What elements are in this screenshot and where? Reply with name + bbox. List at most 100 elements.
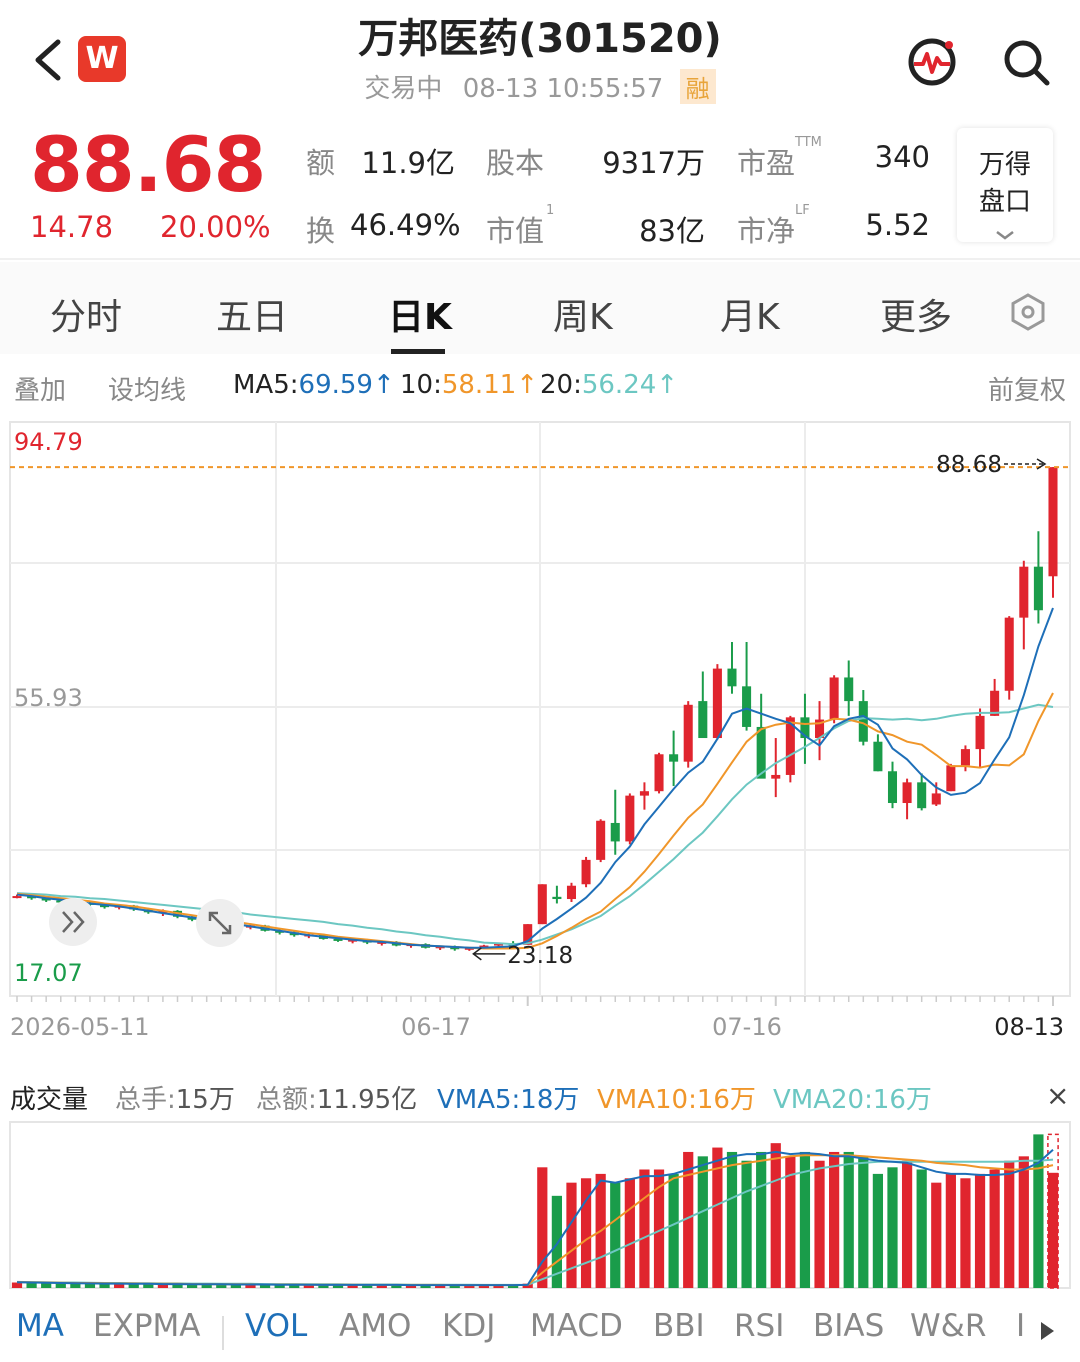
total-hands: 总手:15万: [115, 1085, 235, 1115]
active-tab-indicator: [391, 349, 445, 354]
period-tabs: 分时 五日 日K 周K 月K 更多: [0, 262, 1080, 354]
market-cap-sup: 1: [546, 203, 555, 218]
volume-bar: [916, 1169, 927, 1288]
volume-bar: [770, 1143, 781, 1288]
ind-tab-vol[interactable]: VOL: [245, 1308, 307, 1344]
volume-chart[interactable]: [0, 1120, 1080, 1292]
ind-tab-bias[interactable]: BIAS: [813, 1308, 884, 1344]
candle-body: [596, 820, 606, 860]
candle-body: [698, 701, 708, 739]
volume-bar: [726, 1151, 738, 1288]
date-axis: 2026-05-11 06-17 07-16 08-13: [10, 1013, 1064, 1041]
candle-body: [771, 774, 781, 779]
adjust-mode-button[interactable]: 前复权: [988, 370, 1066, 407]
close-volume-icon[interactable]: ×: [1046, 1079, 1069, 1112]
ind-tab-expma[interactable]: EXPMA: [93, 1308, 200, 1344]
volume-bar: [931, 1182, 942, 1288]
volume-bar: [1033, 1134, 1044, 1288]
volume-bar: [829, 1151, 840, 1288]
settings-hexagon-icon[interactable]: [1008, 292, 1048, 332]
last-price: 88.68: [30, 120, 266, 209]
date-label-2: 07-16: [712, 1013, 782, 1041]
ind-tab-kdj[interactable]: KDJ: [442, 1308, 495, 1344]
candle-body: [1033, 566, 1043, 611]
ma10-line: [16, 692, 1054, 950]
candle-body: [902, 782, 912, 804]
date-label-3: 08-13: [994, 1013, 1064, 1041]
volume-bar: [741, 1160, 752, 1288]
tab-weekly-k[interactable]: 周K: [553, 288, 613, 340]
candlestick-chart[interactable]: 94.79 55.93 17.07 88.68 23.18 2026-05-11…: [0, 418, 1080, 1058]
date-label-1: 06-17: [401, 1013, 471, 1041]
ind-tab-rsi[interactable]: RSI: [734, 1308, 784, 1344]
pe-sup: TTM: [795, 135, 822, 150]
indicator-tabs: MA EXPMA VOL AMO KDJ MACD BBI RSI BIAS W…: [0, 1298, 1080, 1362]
overlay-button[interactable]: 叠加: [14, 370, 66, 407]
volume-bar: [624, 1178, 635, 1288]
volume-bar: [989, 1169, 1000, 1288]
ma10-legend: 10:58.11↑: [400, 370, 539, 400]
ind-tab-macd[interactable]: MACD: [530, 1308, 623, 1344]
date-label-0: 2026-05-11: [10, 1013, 149, 1041]
chevron-down-icon: [996, 231, 1014, 240]
ind-tab-bbi[interactable]: BBI: [653, 1308, 705, 1344]
candle-body: [552, 896, 562, 900]
volume-legend-row: 成交量 总手:15万 总额:11.95亿 VMA5:18万 VMA10:16万 …: [0, 1075, 1080, 1119]
header-bar: W 万邦医药(301520) 交易中 08-13 10:55:57 融: [0, 0, 1080, 110]
candle-body: [742, 686, 752, 727]
set-ma-button[interactable]: 设均线: [108, 370, 186, 407]
volume-bar: [960, 1178, 971, 1288]
search-icon[interactable]: [1000, 36, 1052, 88]
order-book-button[interactable]: 万得 盘口: [957, 128, 1053, 242]
ind-tab-amo[interactable]: AMO: [339, 1308, 411, 1344]
volume-bar: [756, 1151, 767, 1288]
share-capital-label: 股本: [486, 146, 545, 180]
tab-more[interactable]: 更多: [880, 288, 952, 340]
candle-body: [1019, 566, 1029, 618]
market-pulse-icon[interactable]: [906, 36, 958, 88]
price-axis-min: 17.07: [14, 959, 83, 987]
amount-label: 额: [306, 146, 336, 180]
volume-bar: [901, 1160, 913, 1288]
candle-body: [566, 885, 577, 900]
order-book-line2: 盘口: [978, 187, 1031, 217]
volume-bar: [974, 1173, 986, 1288]
volume-bars-layer: [11, 1133, 1059, 1289]
candle-body: [683, 704, 693, 762]
volume-bar: [41, 1283, 52, 1288]
candle-body: [931, 793, 941, 805]
tab-daily-k[interactable]: 日K: [388, 288, 452, 340]
price-change: 14.78: [30, 210, 114, 244]
order-book-line1: 万得: [978, 150, 1031, 180]
scroll-left-button[interactable]: [49, 898, 97, 946]
fullscreen-icon[interactable]: [196, 899, 244, 947]
ma-legend-row: 叠加 设均线 MA5:69.59↑ 10:58.11↑ 20:56.24↑ 前复…: [0, 362, 1080, 412]
tab-monthly-k[interactable]: 月K: [720, 288, 780, 340]
market-cap-value: 83亿: [639, 214, 705, 248]
volume-title: 成交量: [10, 1085, 89, 1115]
price-change-pct: 20.00%: [160, 210, 271, 244]
candle-body: [712, 668, 722, 739]
tab-intraday[interactable]: 分时: [50, 288, 122, 340]
volume-bar: [858, 1156, 869, 1288]
vma10-legend: VMA10:16万: [597, 1085, 756, 1115]
volume-bar: [697, 1156, 708, 1288]
scroll-right-icon[interactable]: [1038, 1320, 1056, 1342]
ind-tab-wr[interactable]: W&R: [910, 1308, 986, 1344]
candle-body: [654, 754, 664, 792]
candle-body: [975, 715, 985, 750]
candle-body: [12, 896, 22, 899]
ind-tab-truncated[interactable]: I: [1016, 1308, 1025, 1344]
volume-bar: [1004, 1160, 1015, 1288]
tab-five-day[interactable]: 五日: [216, 288, 288, 340]
candle-body: [887, 771, 898, 804]
candle-body: [873, 741, 883, 772]
volume-bar: [610, 1182, 621, 1288]
candle-body: [669, 754, 679, 762]
ind-tab-divider: [222, 1316, 224, 1350]
low-price-label: 23.18: [507, 943, 573, 969]
candle-body: [537, 884, 547, 925]
volume-bar: [843, 1151, 854, 1288]
candle-body: [858, 701, 868, 742]
ind-tab-ma[interactable]: MA: [16, 1308, 64, 1344]
